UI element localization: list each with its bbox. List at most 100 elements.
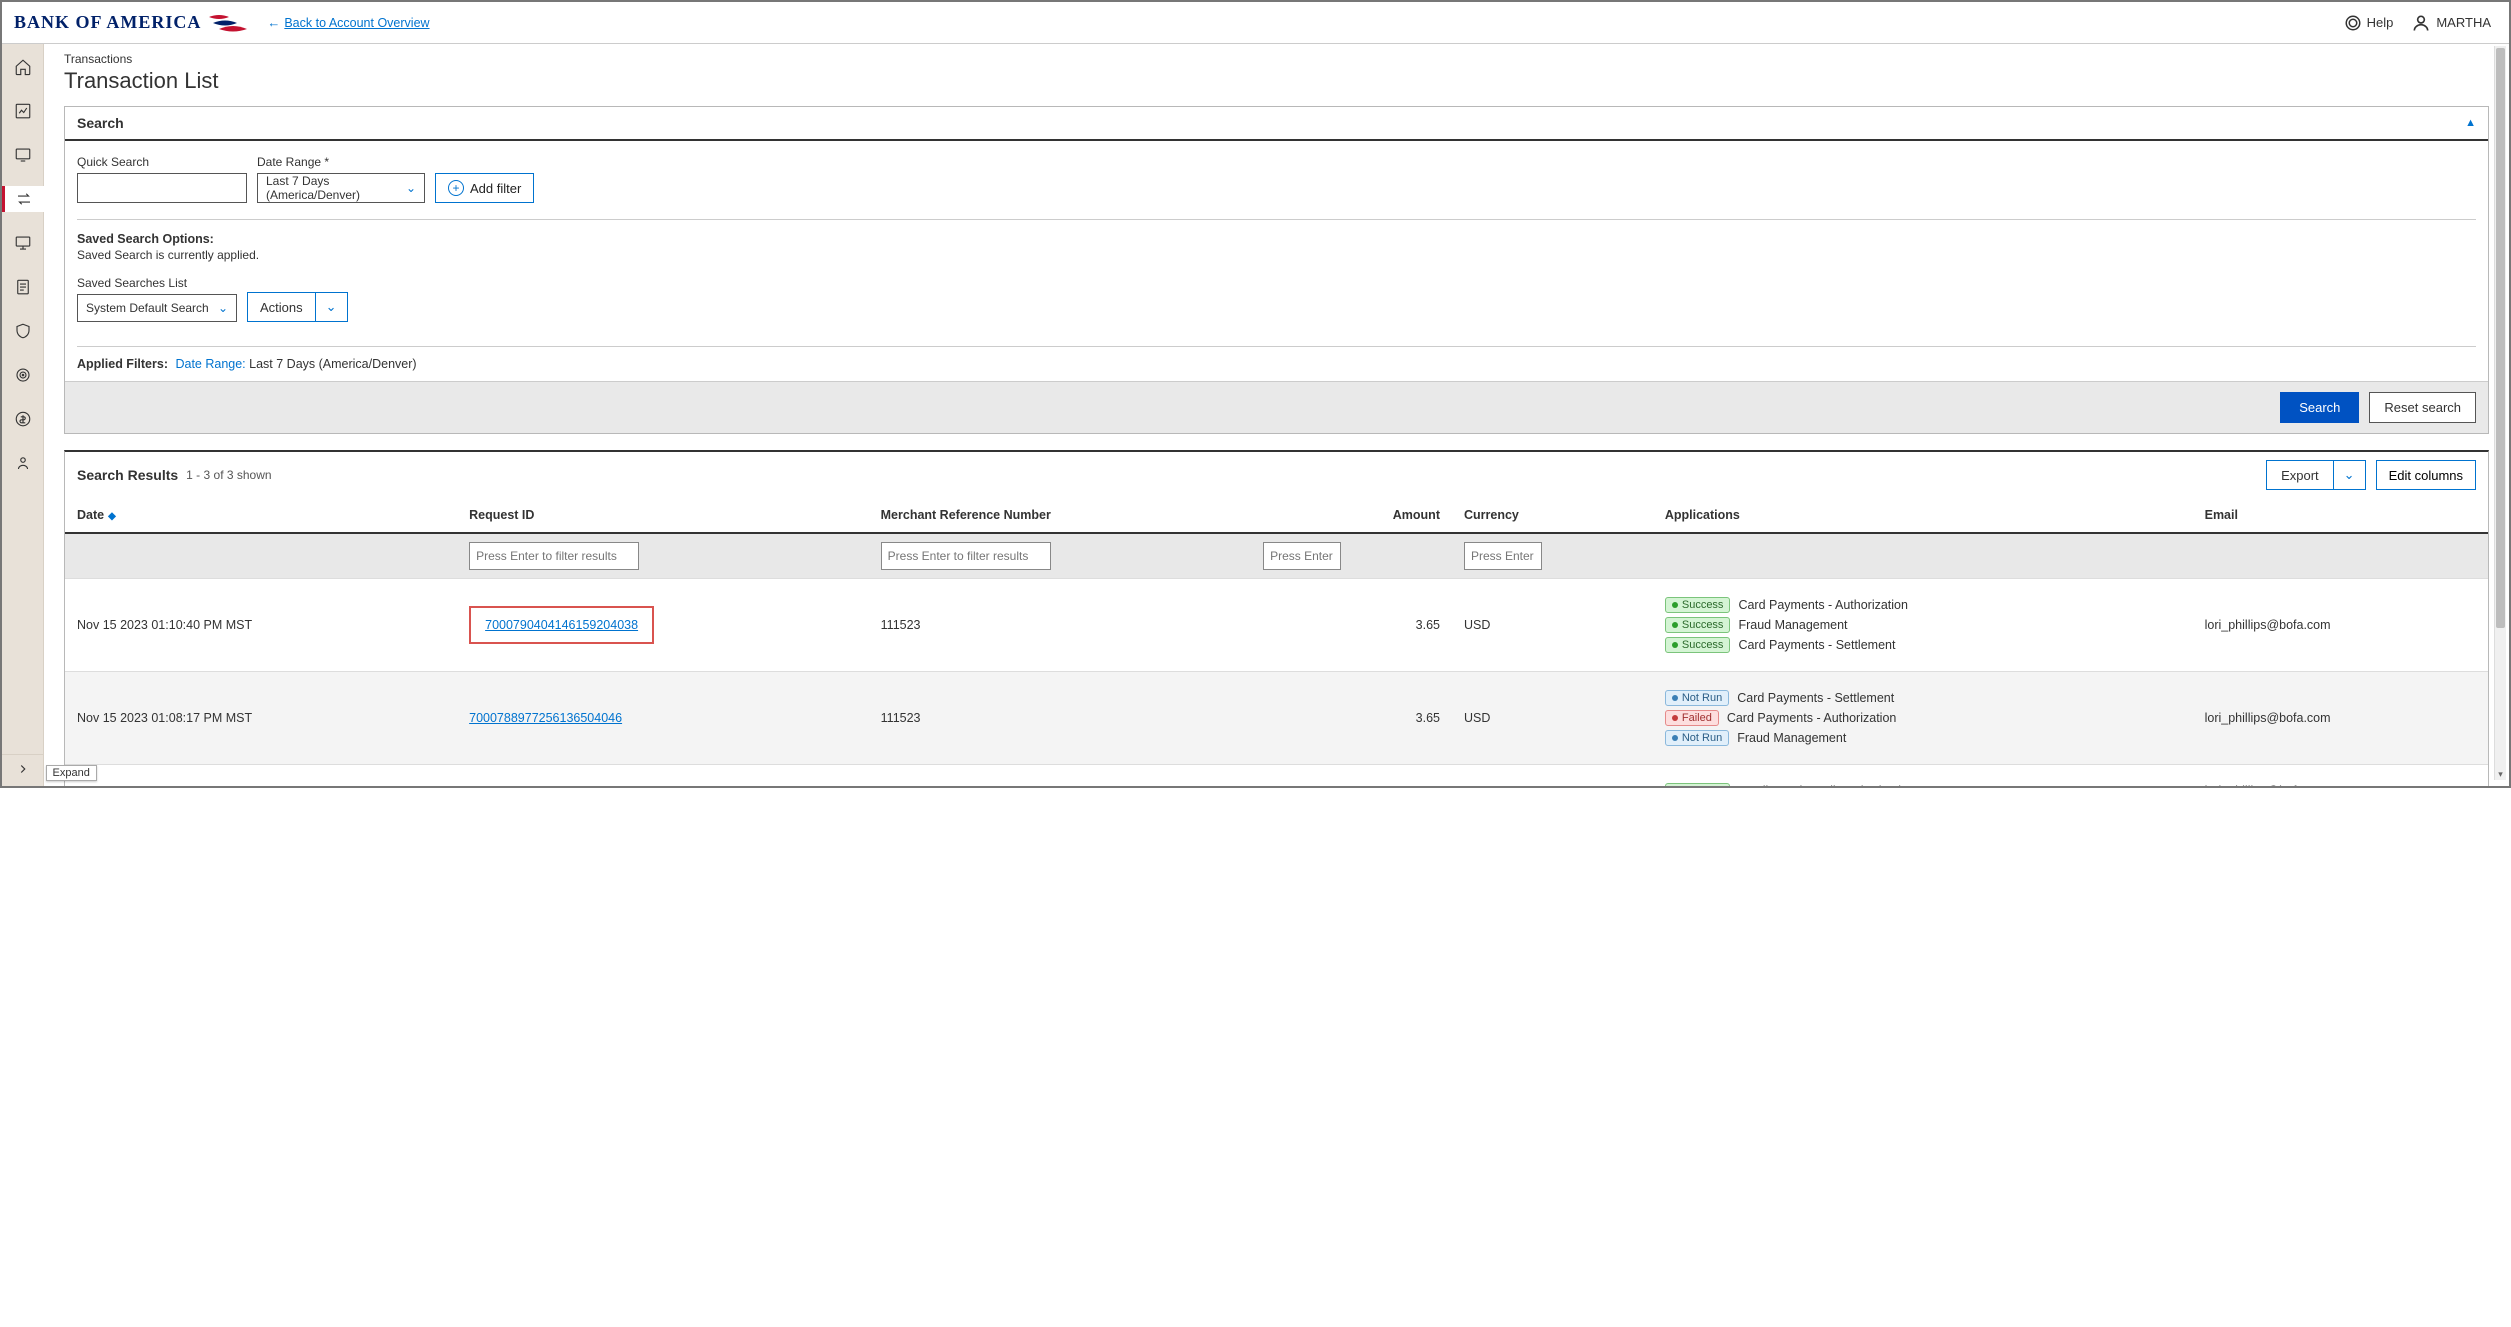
status-text: Failed [1682, 712, 1712, 724]
highlighted-request-box: 7000790404146159204038 [469, 606, 654, 644]
cell-applications: Not Run Card Payments - Settlement Failed C… [1653, 672, 2193, 765]
filter-currency-input[interactable] [1464, 542, 1542, 570]
nav-shield-icon[interactable] [2, 318, 44, 344]
col-request-id[interactable]: Request ID [457, 498, 869, 533]
status-badge: Success [1665, 597, 1731, 613]
left-sidebar: Expand [2, 44, 44, 786]
help-label: Help [2367, 15, 2394, 30]
main-content: Transactions Transaction List Search ▲ Q… [44, 44, 2509, 786]
saved-options-note: Saved Search is currently applied. [77, 248, 2476, 262]
flag-icon [207, 11, 251, 35]
table-row: Nov 15 2023 01:08:17 PM MST7000788977256… [65, 672, 2488, 765]
request-id-link[interactable]: 7000790404146159204038 [485, 618, 638, 632]
application-name: Card Payments - Settlement [1737, 691, 1894, 705]
nav-target-icon[interactable] [2, 362, 44, 388]
nav-transactions-icon[interactable] [2, 186, 44, 212]
results-title: Search Results [77, 467, 178, 483]
request-id-link[interactable]: 6994688865576650104004 [469, 784, 622, 786]
filter-mrn-input[interactable] [881, 542, 1051, 570]
expand-tooltip: Expand [46, 765, 97, 781]
cell-mrn: 111523 [869, 579, 1251, 672]
search-panel-title: Search [77, 115, 124, 131]
reset-search-button[interactable]: Reset search [2369, 392, 2476, 423]
saved-searches-select[interactable]: System Default Search ⌄ [77, 294, 237, 322]
filter-request-id-input[interactable] [469, 542, 639, 570]
saved-list-value: System Default Search [86, 301, 209, 315]
col-mrn[interactable]: Merchant Reference Number [869, 498, 1251, 533]
date-range-value: Last 7 Days (America/Denver) [266, 174, 406, 202]
col-amount[interactable]: Amount [1251, 498, 1452, 533]
application-item: Not Run Card Payments - Settlement [1665, 690, 2181, 706]
sort-icon: ◆ [108, 511, 116, 522]
nav-monitor-icon[interactable] [2, 230, 44, 256]
application-name: Fraud Management [1738, 618, 1847, 632]
col-email[interactable]: Email [2193, 498, 2488, 533]
col-currency[interactable]: Currency [1452, 498, 1653, 533]
application-name: Credit Card Credit Authorization [1738, 784, 1914, 786]
search-panel-header[interactable]: Search ▲ [65, 107, 2488, 141]
vertical-scrollbar[interactable]: ▾ [2494, 46, 2506, 780]
add-filter-button[interactable]: + Add filter [435, 173, 534, 203]
add-filter-label: Add filter [470, 181, 521, 196]
cell-request-id: 7000790404146159204038 [457, 579, 869, 672]
edit-columns-button[interactable]: Edit columns [2376, 460, 2476, 490]
nav-document-icon[interactable] [2, 274, 44, 300]
status-dot-icon [1672, 735, 1678, 741]
col-applications[interactable]: Applications [1653, 498, 2193, 533]
request-id-link[interactable]: 7000788977256136504046 [469, 711, 622, 725]
filter-amount-input[interactable] [1263, 542, 1341, 570]
export-button[interactable]: Export ⌄ [2266, 460, 2365, 490]
applied-filter-value: Last 7 Days (America/Denver) [249, 357, 416, 371]
nav-home-icon[interactable] [2, 54, 44, 80]
status-badge: Success [1665, 783, 1731, 786]
application-item: Success Credit Card Credit Authorization [1665, 783, 2181, 786]
collapse-caret-icon: ▲ [2465, 117, 2476, 129]
user-name: MARTHA [2436, 15, 2491, 30]
help-icon [2344, 14, 2362, 32]
status-dot-icon [1672, 602, 1678, 608]
results-count: 1 - 3 of 3 shown [186, 468, 271, 482]
user-icon [2411, 13, 2431, 33]
cell-mrn: 1107234 [869, 765, 1251, 787]
cell-email: lori_phillips@bofa.com [2193, 672, 2488, 765]
status-text: Success [1682, 639, 1724, 651]
status-text: Not Run [1682, 732, 1722, 744]
nav-terminal-icon[interactable] [2, 142, 44, 168]
status-text: Success [1682, 599, 1724, 611]
nav-chart-icon[interactable] [2, 98, 44, 124]
cell-date: Nov 15 2023 01:10:40 PM MST [65, 579, 457, 672]
cell-amount: 2.09 [1251, 765, 1452, 787]
cell-currency: USD [1452, 579, 1653, 672]
back-to-overview-link[interactable]: Back to Account Overview [284, 16, 429, 30]
plus-circle-icon: + [448, 180, 464, 196]
application-item: Success Card Payments - Settlement [1665, 637, 2181, 653]
status-dot-icon [1672, 642, 1678, 648]
export-label: Export [2267, 468, 2333, 483]
back-arrow-icon: ← [267, 15, 280, 30]
user-menu[interactable]: MARTHA [2411, 13, 2491, 33]
application-name: Card Payments - Settlement [1738, 638, 1895, 652]
filter-row [65, 533, 2488, 579]
status-badge: Success [1665, 637, 1731, 653]
expand-sidebar-button[interactable] [16, 762, 30, 779]
actions-button[interactable]: Actions ⌄ [247, 292, 348, 322]
cell-amount: 3.65 [1251, 579, 1452, 672]
cell-request-id: 7000788977256136504046 [457, 672, 869, 765]
cell-mrn: 111523 [869, 672, 1251, 765]
status-dot-icon [1672, 715, 1678, 721]
cell-amount: 3.65 [1251, 672, 1452, 765]
status-text: Success [1682, 619, 1724, 631]
quick-search-input[interactable] [77, 173, 247, 203]
nav-payment-icon[interactable] [2, 406, 44, 432]
date-range-select[interactable]: Last 7 Days (America/Denver) ⌄ [257, 173, 425, 203]
help-button[interactable]: Help [2344, 14, 2394, 32]
col-date[interactable]: Date◆ [65, 498, 457, 533]
search-button[interactable]: Search [2280, 392, 2359, 423]
status-badge: Not Run [1665, 690, 1729, 706]
nav-person-icon[interactable] [2, 450, 44, 476]
scrollbar-thumb[interactable] [2496, 48, 2505, 628]
cell-currency: USD [1452, 765, 1653, 787]
cell-request-id: 6994688865576650104004 [457, 765, 869, 787]
applied-filters-label: Applied Filters: [77, 357, 168, 371]
chevron-down-icon: ⌄ [2333, 461, 2365, 489]
